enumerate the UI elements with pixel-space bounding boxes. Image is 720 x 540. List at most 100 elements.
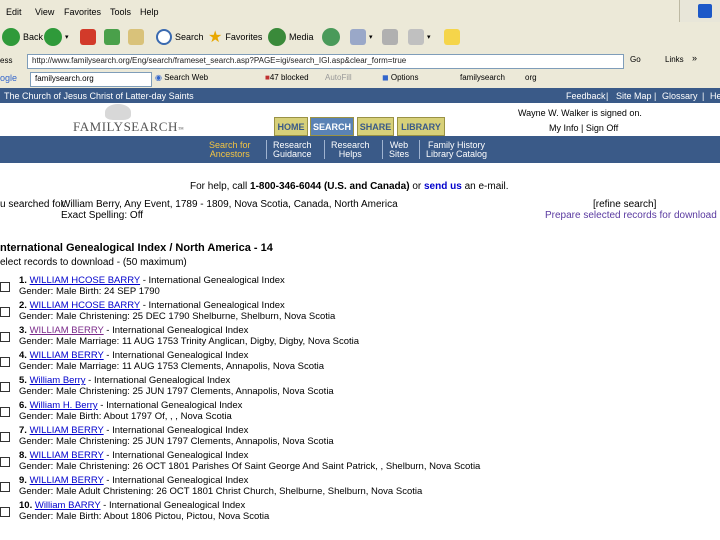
record-source: - International Genealogical Index bbox=[140, 300, 285, 311]
search-web-button[interactable]: ◉ Search Web bbox=[155, 73, 208, 82]
options-icon: ◼ bbox=[382, 73, 389, 82]
record-name-link[interactable]: WILLIAM BERRY bbox=[30, 450, 104, 461]
record-checkbox[interactable] bbox=[0, 482, 10, 492]
windows-logo-icon bbox=[698, 4, 712, 18]
tab-home[interactable]: HOME bbox=[274, 117, 308, 136]
familysearch-logo[interactable]: FAMILYSEARCH™ bbox=[73, 104, 185, 135]
chevron-down-icon: ▾ bbox=[427, 34, 431, 41]
nav-web-sites[interactable]: Web Sites bbox=[389, 141, 409, 159]
stop-icon bbox=[80, 29, 96, 45]
messenger-button[interactable] bbox=[444, 22, 463, 52]
search-criteria: William Berry, Any Event, 1789 - 1809, N… bbox=[61, 199, 398, 210]
searched-for-label: u searched for: bbox=[0, 199, 67, 210]
record-name-link[interactable]: William BARRY bbox=[35, 500, 101, 511]
home-icon bbox=[128, 29, 144, 45]
nav-divider bbox=[324, 140, 325, 159]
autofill-button[interactable]: AutoFill bbox=[325, 73, 352, 82]
record-name-link[interactable]: WILLIAM BERRY bbox=[30, 475, 104, 486]
record-name-link[interactable]: William Berry bbox=[30, 375, 86, 386]
links-button[interactable]: Links bbox=[665, 55, 684, 64]
chevron-right-icon[interactable]: » bbox=[692, 53, 697, 63]
autofill-label: AutoFill bbox=[325, 73, 352, 82]
print-icon bbox=[382, 29, 398, 45]
menu-edit[interactable]: Edit bbox=[6, 7, 22, 17]
print-button[interactable] bbox=[382, 22, 401, 52]
record-checkbox[interactable] bbox=[0, 507, 10, 517]
site-top-strip: The Church of Jesus Christ of Latter-day… bbox=[0, 88, 720, 103]
refresh-button[interactable] bbox=[104, 22, 123, 52]
nav-search-for-ancestors[interactable]: Search for Ancestors bbox=[209, 141, 251, 159]
select-records-note: elect records to download - (50 maximum) bbox=[0, 257, 187, 268]
record-source: - International Genealogical Index bbox=[140, 275, 285, 286]
record-detail: Gender: Male Birth: About 1797 Of, , , N… bbox=[19, 411, 232, 422]
church-name: The Church of Jesus Christ of Latter-day… bbox=[4, 91, 194, 101]
record-checkbox[interactable] bbox=[0, 357, 10, 367]
send-us-link[interactable]: send us bbox=[424, 181, 462, 192]
windows-logo-area bbox=[679, 0, 720, 22]
google-search-input[interactable]: familysearch.org bbox=[30, 72, 152, 87]
record-name-link[interactable]: WILLIAM HCOSE BARRY bbox=[30, 275, 141, 286]
trademark: ™ bbox=[177, 127, 185, 133]
tab-search[interactable]: SEARCH bbox=[310, 117, 354, 136]
site-map-link[interactable]: Site Map bbox=[616, 91, 652, 101]
popup-blocker-button[interactable]: ■47 blocked bbox=[265, 73, 309, 82]
media-button[interactable]: Media bbox=[268, 22, 314, 52]
tab-library[interactable]: LIBRARY bbox=[397, 117, 445, 136]
options-button[interactable]: ◼ Options bbox=[382, 73, 418, 82]
record-name-link[interactable]: William H. Berry bbox=[30, 400, 98, 411]
search-button[interactable]: Search bbox=[156, 22, 204, 52]
feedback-link[interactable]: Feedback bbox=[566, 91, 606, 101]
nav-label: Ancestors bbox=[209, 149, 250, 159]
refine-search-link[interactable]: [refine search] bbox=[593, 199, 656, 210]
menu-help[interactable]: Help bbox=[140, 7, 159, 17]
separator: | bbox=[606, 91, 609, 101]
help-link[interactable]: He bbox=[710, 91, 720, 101]
mail-button[interactable]: ▾ bbox=[350, 22, 373, 52]
glossary-link[interactable]: Glossary bbox=[662, 91, 698, 101]
go-button[interactable]: Go bbox=[630, 55, 641, 64]
search-term-button[interactable]: familysearch bbox=[460, 73, 505, 82]
record-number: 9. bbox=[19, 475, 27, 486]
menu-view[interactable]: View bbox=[35, 7, 54, 17]
forward-button[interactable]: ▾ bbox=[44, 22, 69, 52]
prepare-download-link[interactable]: Prepare selected records for download bbox=[545, 210, 717, 221]
address-input[interactable]: http://www.familysearch.org/Eng/search/f… bbox=[27, 54, 624, 69]
my-info-link[interactable]: My Info bbox=[549, 123, 579, 133]
record-checkbox[interactable] bbox=[0, 407, 10, 417]
list-item: 1. WILLIAM HCOSE BARRY - International G… bbox=[0, 275, 720, 300]
nav-family-history-library-catalog[interactable]: Family History Library Catalog bbox=[426, 141, 487, 159]
menu-favorites[interactable]: Favorites bbox=[64, 7, 101, 17]
record-name-link[interactable]: WILLIAM HCOSE BARRY bbox=[30, 300, 141, 311]
nav-research-guidance[interactable]: Research Guidance bbox=[273, 141, 312, 159]
record-detail: Gender: Male Adult Christening: 26 OCT 1… bbox=[19, 486, 423, 497]
record-name-link[interactable]: WILLIAM BERRY bbox=[30, 425, 104, 436]
edit-button[interactable]: ▾ bbox=[408, 22, 431, 52]
record-source: - International Genealogical Index bbox=[103, 325, 249, 336]
search-term-button[interactable]: org bbox=[525, 73, 537, 82]
sign-off-link[interactable]: Sign Off bbox=[586, 123, 618, 133]
back-button[interactable]: Back▾ bbox=[2, 22, 50, 52]
nav-research-helps[interactable]: Research Helps bbox=[331, 141, 370, 159]
record-checkbox[interactable] bbox=[0, 432, 10, 442]
record-detail: Gender: Male Marriage: 11 AUG 1753 Cleme… bbox=[19, 361, 325, 372]
record-checkbox[interactable] bbox=[0, 457, 10, 467]
results-heading: nternational Genealogical Index / North … bbox=[0, 242, 273, 254]
list-item: 5. William Berry - International Genealo… bbox=[0, 375, 720, 400]
home-button[interactable] bbox=[128, 22, 147, 52]
record-checkbox[interactable] bbox=[0, 332, 10, 342]
record-checkbox[interactable] bbox=[0, 282, 10, 292]
address-label: ess bbox=[0, 56, 13, 65]
favorites-label: Favorites bbox=[225, 32, 263, 42]
stop-button[interactable] bbox=[80, 22, 99, 52]
list-item: 2. WILLIAM HCOSE BARRY - International G… bbox=[0, 300, 720, 325]
record-source: - International Genealogical Index bbox=[103, 450, 249, 461]
record-checkbox[interactable] bbox=[0, 382, 10, 392]
menu-tools[interactable]: Tools bbox=[110, 7, 131, 17]
favorites-button[interactable]: ★ Favorites bbox=[208, 22, 262, 52]
record-name-link[interactable]: WILLIAM BERRY bbox=[30, 350, 104, 361]
record-name-link[interactable]: WILLIAM BERRY bbox=[30, 325, 104, 336]
tab-share[interactable]: SHARE bbox=[357, 117, 394, 136]
help-text: an e-mail. bbox=[461, 181, 509, 192]
history-button[interactable] bbox=[322, 22, 343, 52]
record-checkbox[interactable] bbox=[0, 307, 10, 317]
